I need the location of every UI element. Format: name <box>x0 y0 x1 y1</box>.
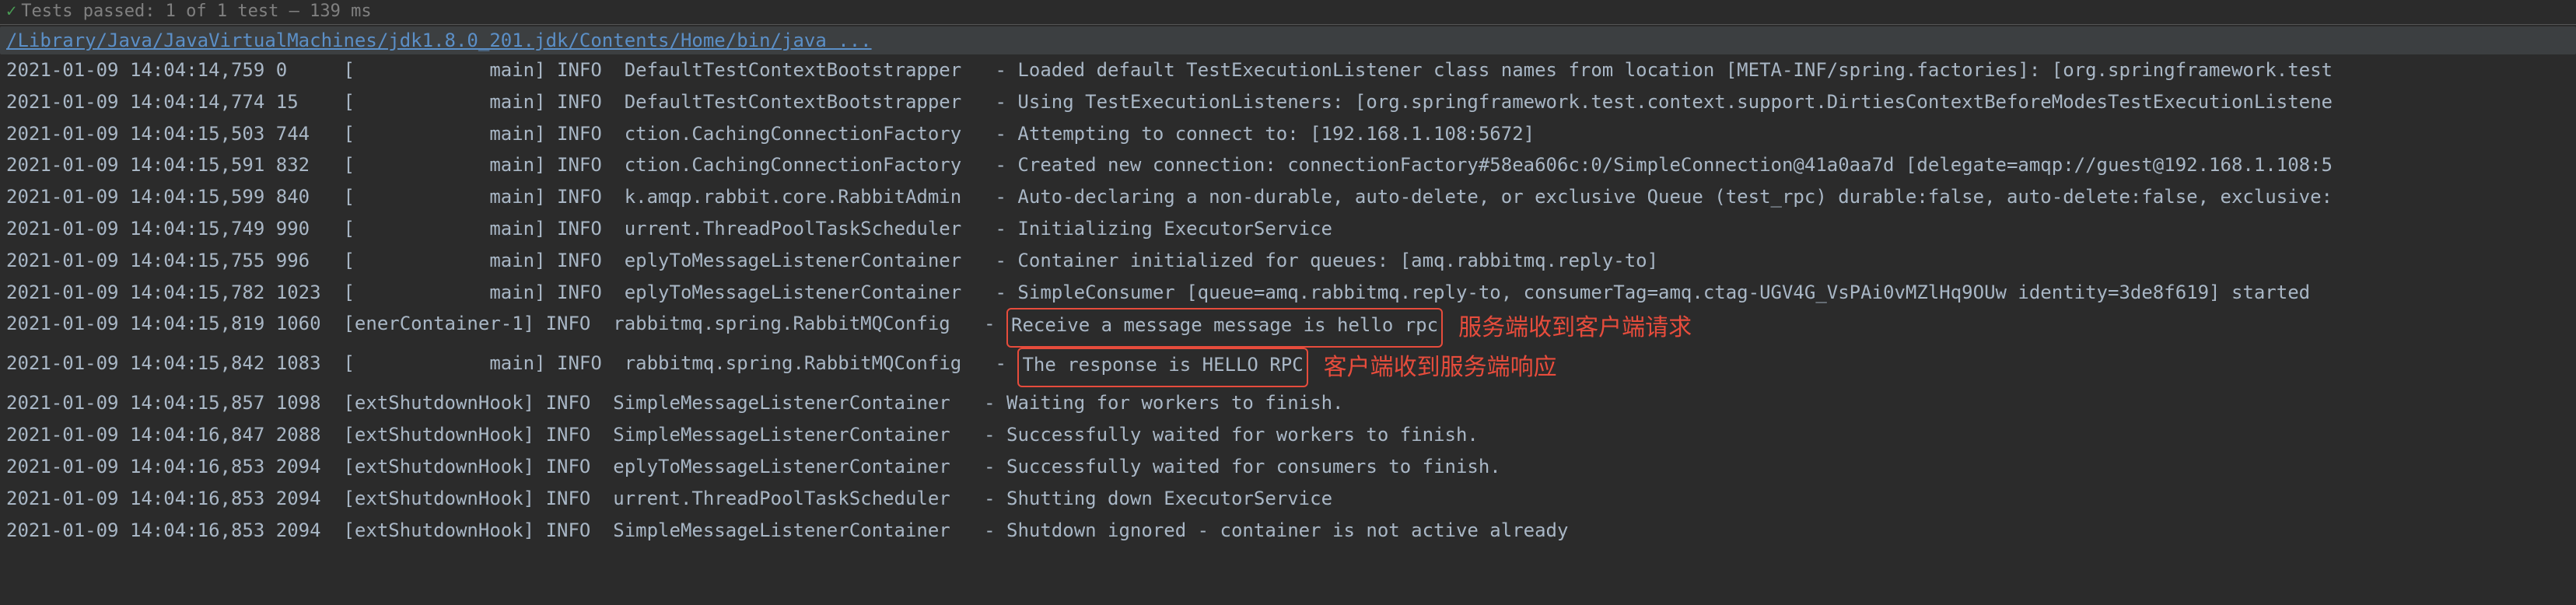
log-prefix: 2021-01-09 14:04:14,774 15 [ main] INFO … <box>6 86 996 118</box>
log-line: 2021-01-09 14:04:14,774 15 [ main] INFO … <box>6 86 2570 118</box>
log-message: - Auto-declaring a non-durable, auto-del… <box>996 181 2333 213</box>
command-path[interactable]: /Library/Java/JavaVirtualMachines/jdk1.8… <box>6 30 872 51</box>
log-message: - Container initialized for queues: [amq… <box>996 245 1659 277</box>
log-prefix: 2021-01-09 14:04:16,853 2094 [extShutdow… <box>6 515 984 547</box>
log-message-prefix: - <box>996 348 1018 387</box>
log-line: 2021-01-09 14:04:14,759 0 [ main] INFO D… <box>6 54 2570 86</box>
log-line: 2021-01-09 14:04:16,847 2088 [extShutdow… <box>6 419 2570 451</box>
log-message: - Successfully waited for consumers to f… <box>984 451 1501 483</box>
log-line: 2021-01-09 14:04:15,819 1060 [enerContai… <box>6 308 2570 348</box>
log-line: 2021-01-09 14:04:15,842 1083 [ main] INF… <box>6 348 2570 387</box>
log-prefix: 2021-01-09 14:04:14,759 0 [ main] INFO D… <box>6 54 996 86</box>
log-message: - Shutdown ignored - container is not ac… <box>984 515 1568 547</box>
log-prefix: 2021-01-09 14:04:15,857 1098 [extShutdow… <box>6 387 984 419</box>
log-prefix: 2021-01-09 14:04:15,591 832 [ main] INFO… <box>6 149 996 181</box>
test-results-header: ✓ Tests passed: 1 of 1 test – 139 ms <box>0 0 2576 23</box>
log-prefix: 2021-01-09 14:04:15,782 1023 [ main] INF… <box>6 277 996 309</box>
log-message: - Attempting to connect to: [192.168.1.1… <box>996 118 1535 150</box>
test-status-text: Tests passed: 1 of 1 test – 139 ms <box>21 2 371 21</box>
java-command-line[interactable]: /Library/Java/JavaVirtualMachines/jdk1.8… <box>0 26 2576 54</box>
log-message: - Created new connection: connectionFact… <box>996 149 2333 181</box>
divider <box>0 24 2576 25</box>
log-line: 2021-01-09 14:04:16,853 2094 [extShutdow… <box>6 483 2570 515</box>
highlighted-message: Receive a message message is hello rpc <box>1006 308 1443 348</box>
log-prefix: 2021-01-09 14:04:16,853 2094 [extShutdow… <box>6 451 984 483</box>
log-output: 2021-01-09 14:04:14,759 0 [ main] INFO D… <box>0 54 2576 546</box>
log-message: - Successfully waited for workers to fin… <box>984 419 1479 451</box>
log-message-prefix: - <box>984 308 1006 348</box>
log-line: 2021-01-09 14:04:15,503 744 [ main] INFO… <box>6 118 2570 150</box>
log-prefix: 2021-01-09 14:04:15,755 996 [ main] INFO… <box>6 245 996 277</box>
log-message: - Loaded default TestExecutionListener c… <box>996 54 2333 86</box>
highlighted-message: The response is HELLO RPC <box>1017 348 1307 387</box>
check-icon: ✓ <box>6 2 16 21</box>
log-prefix: 2021-01-09 14:04:16,853 2094 [extShutdow… <box>6 483 984 515</box>
annotation-label: 客户端收到服务端响应 <box>1324 348 1557 387</box>
log-line: 2021-01-09 14:04:16,853 2094 [extShutdow… <box>6 451 2570 483</box>
log-message: - Shutting down ExecutorService <box>984 483 1332 515</box>
log-message: - SimpleConsumer [queue=amq.rabbitmq.rep… <box>996 277 2311 309</box>
annotation-label: 服务端收到客户端请求 <box>1458 308 1692 348</box>
log-line: 2021-01-09 14:04:15,782 1023 [ main] INF… <box>6 277 2570 309</box>
log-line: 2021-01-09 14:04:15,749 990 [ main] INFO… <box>6 213 2570 245</box>
log-prefix: 2021-01-09 14:04:15,599 840 [ main] INFO… <box>6 181 996 213</box>
log-line: 2021-01-09 14:04:15,857 1098 [extShutdow… <box>6 387 2570 419</box>
log-message: - Waiting for workers to finish. <box>984 387 1343 419</box>
log-prefix: 2021-01-09 14:04:15,819 1060 [enerContai… <box>6 308 984 348</box>
log-line: 2021-01-09 14:04:15,755 996 [ main] INFO… <box>6 245 2570 277</box>
log-message: - Using TestExecutionListeners: [org.spr… <box>996 86 2333 118</box>
log-line: 2021-01-09 14:04:15,599 840 [ main] INFO… <box>6 181 2570 213</box>
log-prefix: 2021-01-09 14:04:15,503 744 [ main] INFO… <box>6 118 996 150</box>
log-line: 2021-01-09 14:04:15,591 832 [ main] INFO… <box>6 149 2570 181</box>
log-line: 2021-01-09 14:04:16,853 2094 [extShutdow… <box>6 515 2570 547</box>
log-prefix: 2021-01-09 14:04:15,749 990 [ main] INFO… <box>6 213 996 245</box>
log-message: - Initializing ExecutorService <box>996 213 1332 245</box>
log-prefix: 2021-01-09 14:04:15,842 1083 [ main] INF… <box>6 348 996 387</box>
log-prefix: 2021-01-09 14:04:16,847 2088 [extShutdow… <box>6 419 984 451</box>
